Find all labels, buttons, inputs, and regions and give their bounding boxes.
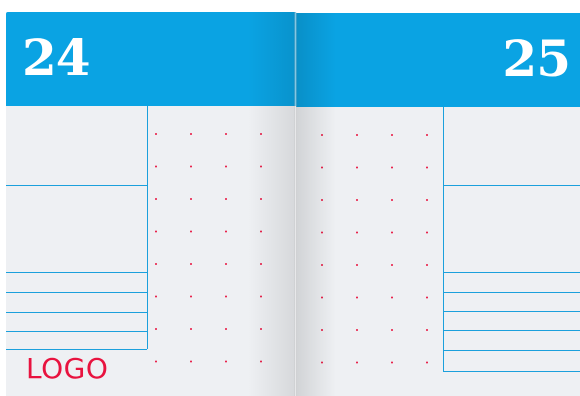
left-rule-4 [6,331,147,332]
right-box-divider-1 [443,185,580,186]
right-grid-dot [426,134,428,136]
right-grid-dot [391,264,393,266]
left-grid-dot [225,165,227,168]
right-gutter-shadow [296,13,336,396]
left-grid-dot [225,230,227,233]
right-grid-dot [356,166,358,169]
right-grid-dot [391,361,393,364]
left-box-divider-1 [6,185,147,186]
right-grid-dot [356,329,358,331]
left-rule-1 [6,272,147,273]
right-page-number: 25 [502,29,571,88]
left-grid-dot [155,133,157,135]
left-rule-5 [6,349,147,350]
right-grid-dot [426,231,428,234]
right-grid-dot [426,329,428,331]
right-grid-dot [391,166,393,169]
right-grid-dot [391,296,393,299]
right-grid-dot [391,134,393,136]
left-grid-dot [190,360,192,363]
left-grid-dot [190,198,192,200]
right-grid-dot [391,199,393,201]
left-grid-dot [190,295,192,298]
right-rule-6 [443,371,580,372]
left-grid-dot [190,230,192,233]
left-grid-dot [225,295,227,298]
right-grid-dot [356,296,358,299]
right-rule-1 [443,272,580,273]
left-grid-dot [155,328,157,330]
left-page-number: 24 [22,28,91,87]
left-grid-dot [225,198,227,200]
right-dot-grid [321,134,428,364]
left-grid-dot [190,328,192,330]
left-column-divider [147,106,148,349]
left-grid-dot [190,133,192,135]
right-grid-dot [356,134,358,136]
left-gutter-shadow [248,12,296,396]
left-page: 24 LOGO [6,12,296,396]
left-grid-dot [155,198,157,200]
right-page: 25 [296,13,580,396]
book-spine [294,12,297,396]
right-grid-dot [356,231,358,234]
left-grid-dot [155,230,157,233]
right-column-divider [443,107,444,372]
left-grid-dot [225,360,227,363]
right-grid-dot [426,361,428,364]
right-grid-dot [356,361,358,364]
left-grid-dot [155,263,157,265]
right-grid-dot [356,264,358,266]
right-rule-2 [443,292,580,293]
right-grid-dot [426,199,428,201]
notebook-spread: 24 LOGO 25 [0,0,580,396]
right-grid-dot [426,264,428,266]
right-grid-dot [391,329,393,331]
left-grid-dot [190,263,192,265]
right-rule-5 [443,350,580,351]
left-grid-dot [225,328,227,330]
left-rule-3 [6,312,147,313]
left-grid-dot [155,295,157,298]
left-grid-dot [225,263,227,265]
right-grid-dot [391,231,393,234]
right-grid-dot [426,296,428,299]
left-grid-dot [225,133,227,135]
right-grid-dot [356,199,358,201]
left-grid-dot [155,360,157,363]
left-grid-dot [190,165,192,168]
left-grid-dot [155,165,157,168]
right-rule-4 [443,330,580,331]
left-rule-2 [6,292,147,293]
right-grid-dot [426,166,428,169]
logo: LOGO [26,352,109,385]
right-rule-3 [443,311,580,312]
